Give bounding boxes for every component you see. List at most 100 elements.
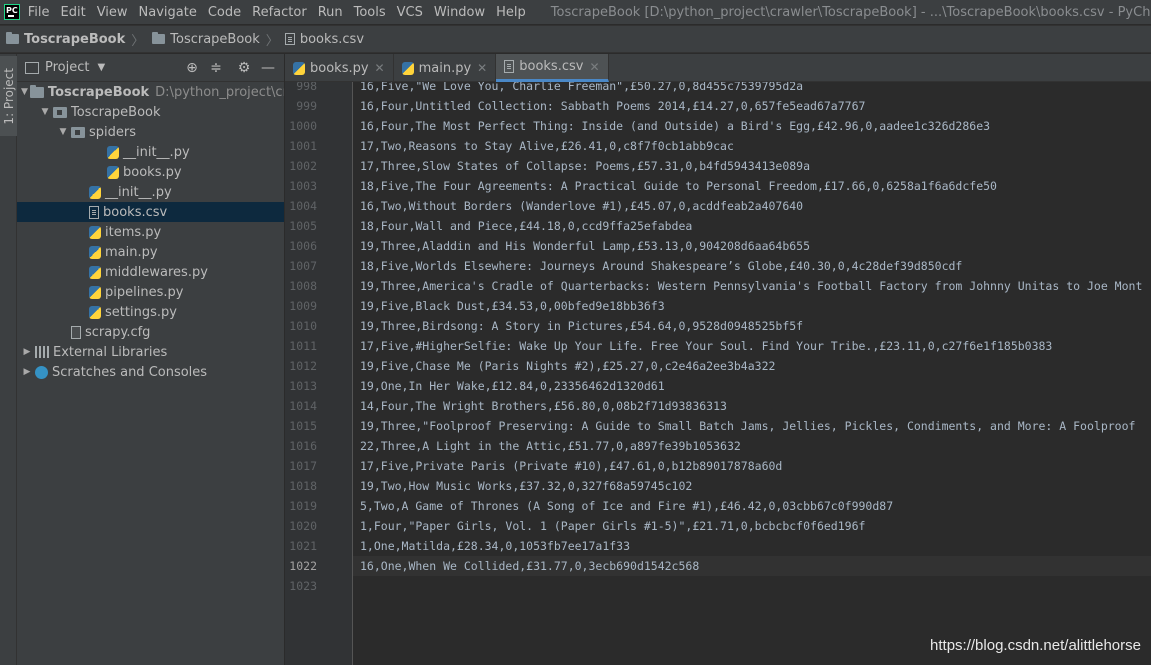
line-number: 1013: [289, 379, 317, 393]
tree-item[interactable]: middlewares.py: [17, 262, 284, 282]
tree-item[interactable]: ▼ ToscrapeBook: [17, 102, 284, 122]
breadcrumb: ToscrapeBook 〉 ToscrapeBook 〉 books.csv: [0, 25, 1151, 53]
close-icon[interactable]: ✕: [477, 61, 487, 75]
python-file-icon: [401, 61, 414, 75]
code-line[interactable]: 19,Three,America's Cradle of Quarterback…: [360, 276, 1142, 296]
menu-bar: PC File Edit View Navigate Code Refactor…: [0, 0, 1151, 24]
line-number: 1004: [289, 199, 317, 213]
code-line[interactable]: 19,One,In Her Wake,£12.84,0,23356462d132…: [360, 376, 665, 396]
code-line[interactable]: 17,Five,#HigherSelfie: Wake Up Your Life…: [360, 336, 1052, 356]
code-line[interactable]: 16,Two,Without Borders (Wanderlove #1),£…: [360, 196, 803, 216]
code-line[interactable]: 19,Three,Birdsong: A Story in Pictures,£…: [360, 316, 803, 336]
code-line[interactable]: 16,Four,Untitled Collection: Sabbath Poe…: [360, 96, 865, 116]
tree-item[interactable]: items.py: [17, 222, 284, 242]
code-line[interactable]: 14,Four,The Wright Brothers,£56.80,0,08b…: [360, 396, 727, 416]
gear-icon[interactable]: ⚙: [236, 60, 252, 76]
line-number: 1014: [289, 399, 317, 413]
tree-item[interactable]: pipelines.py: [17, 282, 284, 302]
project-tool-label: 1: Project: [1, 67, 16, 125]
line-number: 1021: [289, 539, 317, 553]
expand-arrow-right-icon[interactable]: ▶: [21, 347, 33, 357]
tree-item[interactable]: __init__.py: [17, 142, 284, 162]
menu-window[interactable]: Window: [434, 5, 485, 20]
chevron-down-icon[interactable]: ▼: [97, 62, 105, 73]
menu-run[interactable]: Run: [318, 5, 343, 20]
tab-label: books.py: [310, 60, 369, 76]
code-line[interactable]: 18,Four,Wall and Piece,£44.18,0,ccd9ffa2…: [360, 216, 692, 236]
tree-item-label: ToscrapeBook: [47, 84, 150, 100]
project-panel: Project ▼ ⊕ ≑ ⚙ — ▼ ToscrapeBook D:\python…: [17, 54, 285, 665]
menu-navigate[interactable]: Navigate: [139, 5, 197, 20]
menu-view[interactable]: View: [97, 5, 128, 20]
code-line[interactable]: 17,Five,Private Paris (Private #10),£47.…: [360, 456, 782, 476]
python-file-icon: [107, 165, 119, 179]
line-number: 1001: [289, 139, 317, 153]
tree-item[interactable]: __init__.py: [17, 182, 284, 202]
code-line[interactable]: 19,Three,"Foolproof Preserving: A Guide …: [360, 416, 1135, 436]
tree-item[interactable]: books.csv: [17, 202, 284, 222]
code-editor[interactable]: 16,Five,"We Love You, Charlie Freeman",£…: [353, 82, 1151, 665]
line-number: 1020: [289, 519, 317, 533]
line-number: 1002: [289, 159, 317, 173]
tree-item[interactable]: ▼ ToscrapeBook D:\python_project\crawler: [17, 82, 284, 102]
menu-tools[interactable]: Tools: [354, 5, 386, 20]
expand-arrow-down-icon[interactable]: ▼: [21, 87, 28, 97]
minimize-icon[interactable]: —: [260, 60, 276, 76]
code-line[interactable]: 1,Four,"Paper Girls, Vol. 1 (Paper Girls…: [360, 516, 865, 536]
code-line[interactable]: 16,Five,"We Love You, Charlie Freeman",£…: [360, 82, 803, 96]
tab-books-py[interactable]: books.py ✕: [285, 54, 394, 82]
menu-vcs[interactable]: VCS: [397, 5, 423, 20]
tree-item[interactable]: ▼ spiders: [17, 122, 284, 142]
code-line[interactable]: 5,Two,A Game of Thrones (A Song of Ice a…: [360, 496, 893, 516]
expand-arrow-down-icon[interactable]: ▼: [39, 107, 51, 117]
tree-item[interactable]: ▶ Scratches and Consoles: [17, 362, 284, 382]
menu-file[interactable]: File: [28, 5, 50, 20]
breadcrumb-file[interactable]: books.csv: [281, 32, 364, 47]
code-line[interactable]: 16,Four,The Most Perfect Thing: Inside (…: [360, 116, 990, 136]
project-panel-title[interactable]: Project: [45, 60, 89, 75]
code-line[interactable]: 19,Three,Aladdin and His Wonderful Lamp,…: [360, 236, 810, 256]
tab-main-py[interactable]: main.py ✕: [394, 54, 497, 82]
tree-item[interactable]: books.py: [17, 162, 284, 182]
code-line[interactable]: 19,Two,How Music Works,£37.32,0,327f68a5…: [360, 476, 692, 496]
tree-item[interactable]: settings.py: [17, 302, 284, 322]
line-number: 1018: [289, 479, 317, 493]
expand-arrow-down-icon[interactable]: ▼: [57, 127, 69, 137]
tree-item-label: middlewares.py: [105, 264, 208, 280]
code-line[interactable]: 19,Five,Chase Me (Paris Nights #2),£25.2…: [360, 356, 775, 376]
tree-item-label: __init__.py: [123, 144, 190, 160]
code-line[interactable]: 22,Three,A Light in the Attic,£51.77,0,a…: [360, 436, 741, 456]
breadcrumb-package[interactable]: ToscrapeBook: [146, 32, 260, 47]
window-title: ToscrapeBook [D:\python_project\crawler\…: [550, 4, 1151, 20]
line-number: 1009: [289, 299, 317, 313]
code-line[interactable]: 19,Five,Black Dust,£34.53,0,00bfed9e18bb…: [360, 296, 665, 316]
code-line[interactable]: 18,Five,The Four Agreements: A Practical…: [360, 176, 997, 196]
locate-icon[interactable]: ⊕: [184, 60, 200, 76]
breadcrumb-project[interactable]: ToscrapeBook: [0, 32, 125, 47]
tree-item-path: D:\python_project\crawler: [155, 84, 284, 100]
collapse-all-icon[interactable]: ≑: [208, 60, 224, 76]
menu-refactor[interactable]: Refactor: [252, 5, 307, 20]
code-line[interactable]: 17,Two,Reasons to Stay Alive,£26.41,0,c8…: [360, 136, 734, 156]
expand-arrow-right-icon[interactable]: ▶: [21, 367, 33, 377]
line-number: 1012: [289, 359, 317, 373]
menu-code[interactable]: Code: [208, 5, 241, 20]
close-icon[interactable]: ✕: [375, 61, 385, 75]
tree-item[interactable]: ▶ External Libraries: [17, 342, 284, 362]
close-icon[interactable]: ✕: [589, 60, 599, 74]
menu-help[interactable]: Help: [496, 5, 526, 20]
code-line[interactable]: 16,One,When We Collided,£31.77,0,3ecb690…: [360, 556, 699, 576]
code-line[interactable]: 18,Five,Worlds Elsewhere: Journeys Aroun…: [360, 256, 962, 276]
tab-books-csv[interactable]: books.csv ✕: [496, 54, 609, 82]
breadcrumb-label: books.csv: [299, 31, 365, 47]
line-number: 1006: [289, 239, 317, 253]
editor-tabs: books.py ✕ main.py ✕ books.csv ✕: [285, 54, 1151, 82]
tree-item[interactable]: main.py: [17, 242, 284, 262]
code-line[interactable]: 17,Three,Slow States of Collapse: Poems,…: [360, 156, 810, 176]
project-tool-button[interactable]: 1: Project: [0, 56, 17, 136]
code-line[interactable]: 1,One,Matilda,£28.34,0,1053fb7ee17a1f33: [360, 536, 630, 556]
breadcrumb-label: ToscrapeBook: [170, 31, 260, 47]
menu-edit[interactable]: Edit: [61, 5, 86, 20]
package-folder-icon: [53, 106, 67, 118]
tree-item[interactable]: scrapy.cfg: [17, 322, 284, 342]
